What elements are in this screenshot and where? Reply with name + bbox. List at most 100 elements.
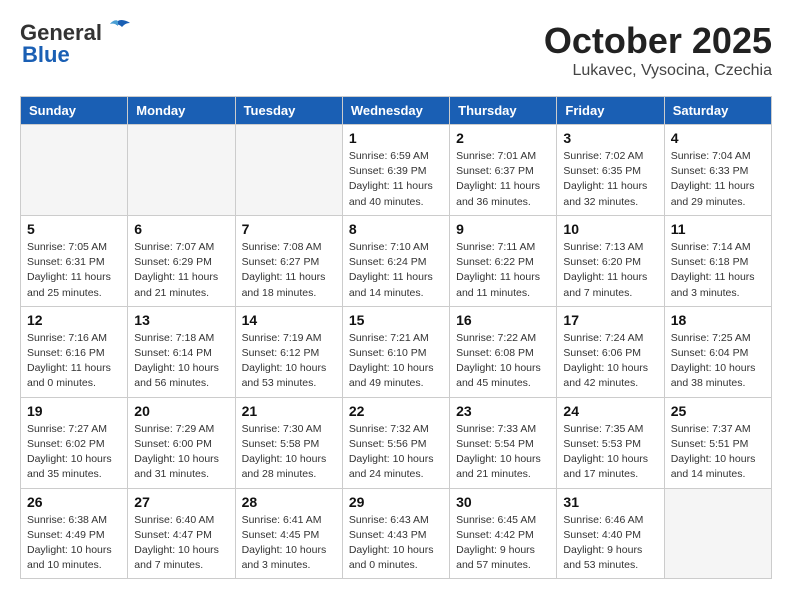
calendar-week-row: 26 Sunrise: 6:38 AM Sunset: 4:49 PM Dayli… <box>21 488 772 579</box>
day-number: 14 <box>242 312 336 328</box>
page-header: General Blue October 2025 Lukavec, Vysoc… <box>20 20 772 80</box>
calendar-cell: 23 Sunrise: 7:33 AM Sunset: 5:54 PM Dayli… <box>450 397 557 488</box>
day-info: Sunrise: 7:10 AM Sunset: 6:24 PM Dayligh… <box>349 240 443 301</box>
calendar-cell: 17Sunrise: 7:24 AM Sunset: 6:06 PM Dayli… <box>557 306 664 397</box>
calendar-cell: 21Sunrise: 7:30 AM Sunset: 5:58 PM Dayli… <box>235 397 342 488</box>
calendar-cell: 29 Sunrise: 6:43 AM Sunset: 4:43 PM Dayli… <box>342 488 449 579</box>
calendar-day-header: Friday <box>557 97 664 125</box>
calendar-cell <box>21 125 128 216</box>
calendar-header-row: SundayMondayTuesdayWednesdayThursdayFrid… <box>21 97 772 125</box>
day-info: Sunrise: 7:02 AM Sunset: 6:35 PM Dayligh… <box>563 149 657 210</box>
calendar-cell: 5 Sunrise: 7:05 AM Sunset: 6:31 PM Daylig… <box>21 215 128 306</box>
day-number: 25 <box>671 403 765 419</box>
day-number: 11 <box>671 221 765 237</box>
calendar-day-header: Sunday <box>21 97 128 125</box>
calendar-cell: 24 Sunrise: 7:35 AM Sunset: 5:53 PM Dayli… <box>557 397 664 488</box>
calendar-week-row: 19Sunrise: 7:27 AM Sunset: 6:02 PM Dayli… <box>21 397 772 488</box>
calendar-cell: 18 Sunrise: 7:25 AM Sunset: 6:04 PM Dayli… <box>664 306 771 397</box>
day-info: Sunrise: 7:04 AM Sunset: 6:33 PM Dayligh… <box>671 149 765 210</box>
calendar-cell: 8 Sunrise: 7:10 AM Sunset: 6:24 PM Daylig… <box>342 215 449 306</box>
day-number: 4 <box>671 130 765 146</box>
calendar-cell: 22 Sunrise: 7:32 AM Sunset: 5:56 PM Dayli… <box>342 397 449 488</box>
day-number: 10 <box>563 221 657 237</box>
calendar-cell: 26 Sunrise: 6:38 AM Sunset: 4:49 PM Dayli… <box>21 488 128 579</box>
day-number: 23 <box>456 403 550 419</box>
day-number: 9 <box>456 221 550 237</box>
calendar-table: SundayMondayTuesdayWednesdayThursdayFrid… <box>20 96 772 579</box>
day-number: 24 <box>563 403 657 419</box>
day-number: 7 <box>242 221 336 237</box>
location-title: Lukavec, Vysocina, Czechia <box>544 62 772 80</box>
day-info: Sunrise: 7:37 AM Sunset: 5:51 PM Dayligh… <box>671 422 765 483</box>
day-info: Sunrise: 7:29 AM Sunset: 6:00 PM Dayligh… <box>134 422 228 483</box>
calendar-cell: 9 Sunrise: 7:11 AM Sunset: 6:22 PM Daylig… <box>450 215 557 306</box>
calendar-cell: 13 Sunrise: 7:18 AM Sunset: 6:14 PM Dayli… <box>128 306 235 397</box>
day-number: 18 <box>671 312 765 328</box>
day-info: Sunrise: 7:18 AM Sunset: 6:14 PM Dayligh… <box>134 331 228 392</box>
calendar-week-row: 5 Sunrise: 7:05 AM Sunset: 6:31 PM Daylig… <box>21 215 772 306</box>
day-info: Sunrise: 7:19 AM Sunset: 6:12 PM Dayligh… <box>242 331 336 392</box>
calendar-cell: 27Sunrise: 6:40 AM Sunset: 4:47 PM Dayli… <box>128 488 235 579</box>
day-info: Sunrise: 7:25 AM Sunset: 6:04 PM Dayligh… <box>671 331 765 392</box>
calendar-week-row: 1 Sunrise: 6:59 AM Sunset: 6:39 PM Daylig… <box>21 125 772 216</box>
day-info: Sunrise: 7:13 AM Sunset: 6:20 PM Dayligh… <box>563 240 657 301</box>
calendar-week-row: 12Sunrise: 7:16 AM Sunset: 6:16 PM Dayli… <box>21 306 772 397</box>
calendar-cell: 28 Sunrise: 6:41 AM Sunset: 4:45 PM Dayli… <box>235 488 342 579</box>
day-number: 30 <box>456 494 550 510</box>
calendar-cell <box>128 125 235 216</box>
logo-blue-text: Blue <box>22 42 70 68</box>
calendar-day-header: Thursday <box>450 97 557 125</box>
day-number: 26 <box>27 494 121 510</box>
day-number: 5 <box>27 221 121 237</box>
day-number: 8 <box>349 221 443 237</box>
day-info: Sunrise: 7:33 AM Sunset: 5:54 PM Dayligh… <box>456 422 550 483</box>
day-info: Sunrise: 7:11 AM Sunset: 6:22 PM Dayligh… <box>456 240 550 301</box>
day-info: Sunrise: 7:35 AM Sunset: 5:53 PM Dayligh… <box>563 422 657 483</box>
day-info: Sunrise: 7:22 AM Sunset: 6:08 PM Dayligh… <box>456 331 550 392</box>
calendar-cell: 1 Sunrise: 6:59 AM Sunset: 6:39 PM Daylig… <box>342 125 449 216</box>
calendar-cell: 7Sunrise: 7:08 AM Sunset: 6:27 PM Daylig… <box>235 215 342 306</box>
day-number: 28 <box>242 494 336 510</box>
day-info: Sunrise: 7:16 AM Sunset: 6:16 PM Dayligh… <box>27 331 121 392</box>
day-info: Sunrise: 7:14 AM Sunset: 6:18 PM Dayligh… <box>671 240 765 301</box>
calendar-day-header: Saturday <box>664 97 771 125</box>
day-info: Sunrise: 7:32 AM Sunset: 5:56 PM Dayligh… <box>349 422 443 483</box>
calendar-cell: 3 Sunrise: 7:02 AM Sunset: 6:35 PM Daylig… <box>557 125 664 216</box>
day-number: 16 <box>456 312 550 328</box>
calendar-cell: 12Sunrise: 7:16 AM Sunset: 6:16 PM Dayli… <box>21 306 128 397</box>
calendar-cell: 16 Sunrise: 7:22 AM Sunset: 6:08 PM Dayli… <box>450 306 557 397</box>
calendar-day-header: Tuesday <box>235 97 342 125</box>
day-info: Sunrise: 6:43 AM Sunset: 4:43 PM Dayligh… <box>349 513 443 574</box>
calendar-cell: 4 Sunrise: 7:04 AM Sunset: 6:33 PM Daylig… <box>664 125 771 216</box>
day-info: Sunrise: 6:38 AM Sunset: 4:49 PM Dayligh… <box>27 513 121 574</box>
calendar-cell: 14 Sunrise: 7:19 AM Sunset: 6:12 PM Dayli… <box>235 306 342 397</box>
calendar-cell: 15 Sunrise: 7:21 AM Sunset: 6:10 PM Dayli… <box>342 306 449 397</box>
day-number: 13 <box>134 312 228 328</box>
day-number: 6 <box>134 221 228 237</box>
calendar-cell: 2Sunrise: 7:01 AM Sunset: 6:37 PM Daylig… <box>450 125 557 216</box>
day-info: Sunrise: 6:46 AM Sunset: 4:40 PM Dayligh… <box>563 513 657 574</box>
calendar-cell: 10 Sunrise: 7:13 AM Sunset: 6:20 PM Dayli… <box>557 215 664 306</box>
calendar-cell: 20 Sunrise: 7:29 AM Sunset: 6:00 PM Dayli… <box>128 397 235 488</box>
day-number: 20 <box>134 403 228 419</box>
day-number: 17 <box>563 312 657 328</box>
calendar-cell <box>235 125 342 216</box>
day-info: Sunrise: 7:30 AM Sunset: 5:58 PM Dayligh… <box>242 422 336 483</box>
calendar-cell: 30Sunrise: 6:45 AM Sunset: 4:42 PM Dayli… <box>450 488 557 579</box>
day-info: Sunrise: 7:27 AM Sunset: 6:02 PM Dayligh… <box>27 422 121 483</box>
day-number: 22 <box>349 403 443 419</box>
calendar-cell: 31Sunrise: 6:46 AM Sunset: 4:40 PM Dayli… <box>557 488 664 579</box>
calendar-day-header: Monday <box>128 97 235 125</box>
calendar-day-header: Wednesday <box>342 97 449 125</box>
day-info: Sunrise: 7:21 AM Sunset: 6:10 PM Dayligh… <box>349 331 443 392</box>
title-section: October 2025 Lukavec, Vysocina, Czechia <box>544 20 772 80</box>
day-info: Sunrise: 6:59 AM Sunset: 6:39 PM Dayligh… <box>349 149 443 210</box>
day-number: 3 <box>563 130 657 146</box>
day-number: 1 <box>349 130 443 146</box>
day-info: Sunrise: 7:05 AM Sunset: 6:31 PM Dayligh… <box>27 240 121 301</box>
day-info: Sunrise: 6:41 AM Sunset: 4:45 PM Dayligh… <box>242 513 336 574</box>
day-number: 29 <box>349 494 443 510</box>
day-number: 2 <box>456 130 550 146</box>
calendar-cell: 25 Sunrise: 7:37 AM Sunset: 5:51 PM Dayli… <box>664 397 771 488</box>
day-number: 15 <box>349 312 443 328</box>
